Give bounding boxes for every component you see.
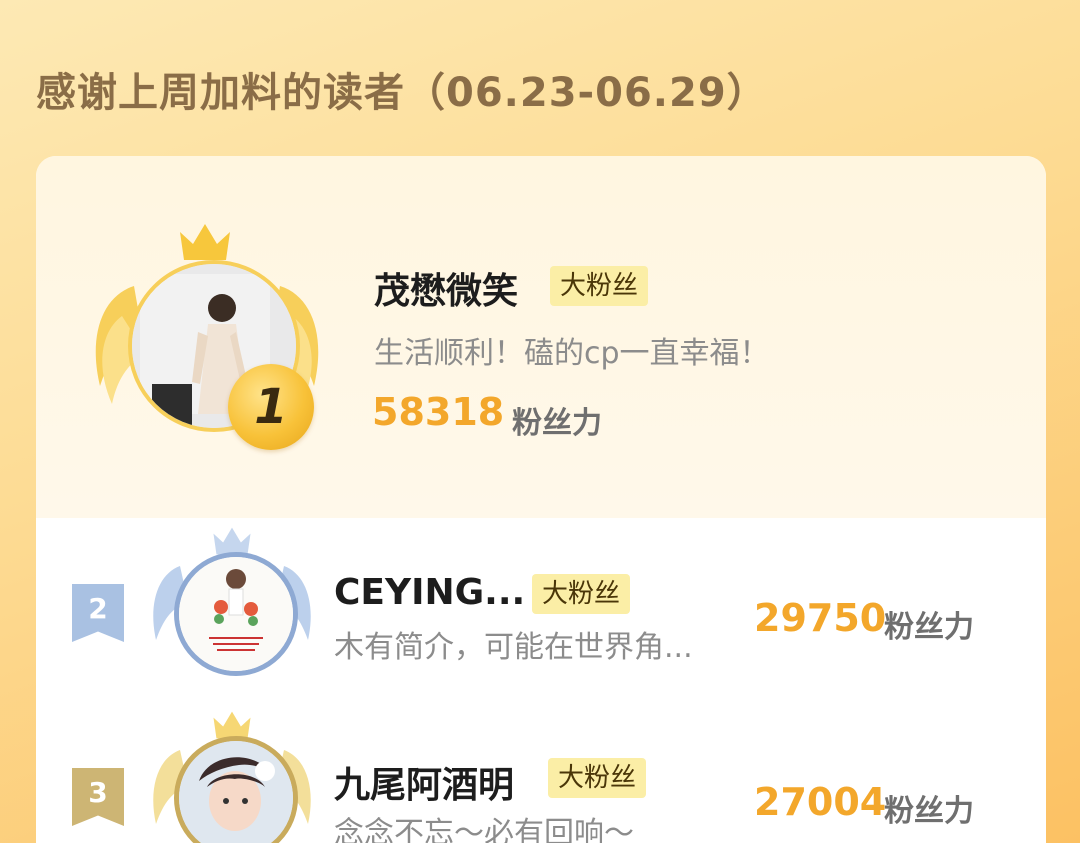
fan-power-label: 粉丝力 xyxy=(512,406,602,441)
reader-name[interactable]: 茂懋微笑 xyxy=(374,262,518,314)
avatar-illustration xyxy=(179,741,293,843)
reader-bio: 念念不忘～必有回响～ xyxy=(334,816,634,843)
rank-medal-icon: 1 xyxy=(228,364,314,450)
fan-level-tag: 大粉丝 xyxy=(548,758,647,798)
avatar-illustration xyxy=(179,557,293,671)
fan-power-score: 29750 xyxy=(754,596,887,640)
fan-power-label: 粉丝力 xyxy=(884,794,974,829)
fan-power-score: 58318 xyxy=(372,390,505,434)
page-title: 感谢上周加料的读者（06.23-06.29） xyxy=(36,70,768,116)
rank-ribbon-icon: 3 xyxy=(72,768,124,826)
reader-bio: 生活顺利！磕的cp一直幸福！ xyxy=(374,336,770,371)
reader-bio: 木有简介，可能在世界角... xyxy=(334,630,693,665)
fan-level-tag: 大粉丝 xyxy=(532,574,631,614)
leaderboard-card: 1 茂懋微笑 大粉丝 生活顺利！磕的cp一直幸福！ 58318 粉丝力 2 CE… xyxy=(36,156,1046,843)
avatar[interactable] xyxy=(174,552,298,676)
crown-icon xyxy=(180,224,230,260)
rank-ribbon-icon: 2 xyxy=(72,584,124,642)
fan-level-tag: 大粉丝 xyxy=(550,266,649,306)
fan-power-score: 27004 xyxy=(754,780,887,824)
reader-name[interactable]: 九尾阿酒明 xyxy=(334,756,514,808)
reader-name[interactable]: CEYING... xyxy=(334,572,525,613)
fan-power-label: 粉丝力 xyxy=(884,610,974,645)
